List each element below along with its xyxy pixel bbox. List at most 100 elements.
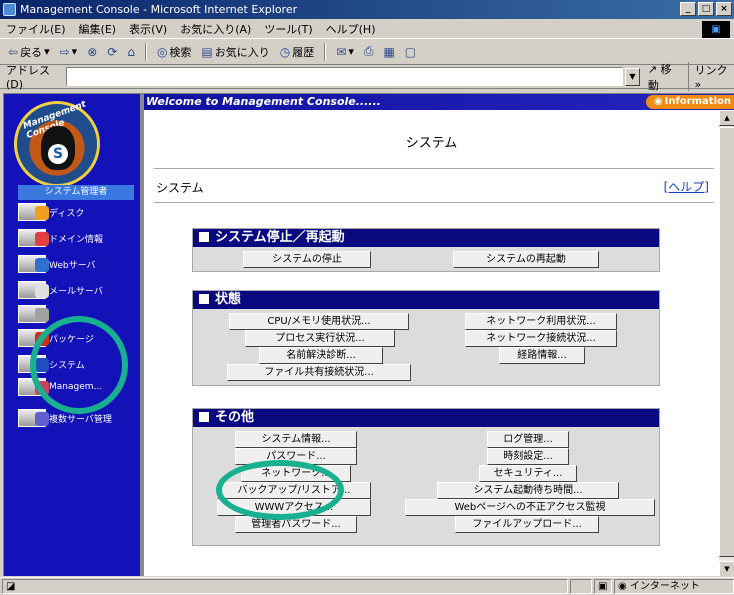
sidebar-item-label: 複数サーバ管理 (49, 414, 112, 425)
admin-password-button[interactable]: 管理者パスワード... (235, 516, 357, 533)
home-icon: ⌂ (127, 44, 135, 59)
favorites-button[interactable]: ▤ お気に入り (201, 44, 269, 60)
file-upload-button[interactable]: ファイルアップロード... (455, 516, 599, 533)
welcome-banner: Welcome to Management Console...... Info… (144, 94, 734, 110)
home-button[interactable]: ⌂ (127, 45, 135, 59)
network-connection-button[interactable]: ネットワーク接続状況... (465, 330, 617, 347)
web-server-icon (18, 255, 49, 273)
browser-viewport: Management Console S システム管理者 ディスク ドメイン情報… (3, 93, 734, 576)
unknown-icon (18, 305, 49, 323)
sidebar-item-management[interactable]: Managem... (18, 377, 102, 397)
sidebar-item-label: Managem... (49, 382, 103, 392)
refresh-button[interactable]: ⟳ (107, 45, 117, 59)
sidebar-item-multi-server[interactable]: 複数サーバ管理 (18, 408, 112, 428)
file-share-status-button[interactable]: ファイル共有接続状況... (227, 364, 411, 381)
mail-server-icon (18, 281, 49, 299)
discuss-button[interactable]: ▢ (405, 45, 416, 59)
system-stop-button[interactable]: システムの停止 (243, 251, 371, 268)
password-button[interactable]: パスワード... (235, 448, 357, 465)
welcome-text: Welcome to Management Console...... (146, 95, 381, 108)
menu-help[interactable]: ヘルプ(H) (326, 21, 376, 37)
sidebar-item-web-server[interactable]: Webサーバ (18, 254, 96, 274)
sidebar-item-disk[interactable]: ディスク (18, 202, 84, 222)
address-input[interactable] (65, 67, 624, 86)
minimize-button[interactable]: _ (680, 2, 696, 16)
section-title: システム停止／再起動 (193, 229, 659, 247)
links-button[interactable]: リンク » (687, 62, 734, 91)
admin-label: システム管理者 (18, 185, 134, 200)
help-link[interactable]: [ヘルプ] (664, 178, 709, 195)
section-status: 状態 CPU/メモリ使用状況... ネットワーク利用状況... プロセス実行状況… (192, 290, 660, 386)
section-title: その他 (193, 409, 659, 427)
status-message: ◪ (2, 579, 568, 594)
system-info-button[interactable]: システム情報... (235, 431, 357, 448)
status-bar: ◪ ▣ ◉ インターネット (0, 577, 734, 595)
history-button[interactable]: ◷ 履歴 (280, 44, 314, 60)
system-icon (18, 355, 49, 373)
mail-button[interactable]: ✉ ▾ (336, 45, 354, 59)
sidebar-item-package[interactable]: パッケージ (18, 328, 94, 348)
print-button[interactable]: ⎙ (364, 44, 374, 59)
scroll-up-icon[interactable]: ▲ (719, 110, 734, 126)
search-button[interactable]: ◎ 検索 (157, 44, 191, 60)
network-usage-button[interactable]: ネットワーク利用状況... (465, 313, 617, 330)
sidebar-item-mail-server[interactable]: メールサーバ (18, 280, 103, 300)
sidebar-item-label: メールサーバ (49, 286, 103, 297)
window-titlebar: Management Console - Microsoft Internet … (0, 0, 734, 19)
management-icon (18, 378, 49, 396)
discuss-icon: ▢ (404, 44, 417, 59)
menu-edit[interactable]: 編集(E) (79, 21, 117, 37)
edit-button[interactable]: ▦ (383, 45, 394, 59)
scroll-thumb[interactable] (719, 127, 734, 557)
mail-icon: ✉ (336, 44, 347, 59)
route-info-button[interactable]: 経路情報... (499, 347, 585, 364)
main-scrollbar[interactable]: ▲ ▼ (719, 110, 734, 576)
back-button[interactable]: ⇦ 戻る ▾ (8, 44, 50, 60)
close-button[interactable]: × (716, 2, 732, 16)
divider (154, 168, 714, 169)
multi-server-icon (18, 409, 49, 427)
go-arrow-icon: ↗ (647, 62, 658, 76)
cpu-memory-button[interactable]: CPU/メモリ使用状況... (229, 313, 409, 330)
section-shutdown-restart: システム停止／再起動 システムの停止 システムの再起動 (192, 228, 660, 272)
refresh-icon: ⟳ (107, 44, 118, 59)
forward-button[interactable]: ⇨ ▾ (60, 45, 78, 59)
address-bar: アドレス(D) ▼ ↗ 移動 リンク » (0, 62, 734, 92)
process-status-button[interactable]: プロセス実行状況... (245, 330, 395, 347)
dropdown-icon: ▾ (348, 45, 354, 58)
sidebar: Management Console S システム管理者 ディスク ドメイン情報… (4, 94, 140, 576)
time-settings-button[interactable]: 時刻設定... (487, 448, 569, 465)
sidebar-item-domain[interactable]: ドメイン情報 (18, 228, 103, 248)
sidebar-item-label: ドメイン情報 (49, 234, 104, 245)
maximize-button[interactable]: □ (698, 2, 714, 16)
backup-restore-button[interactable]: バックアップ/リストア... (217, 482, 371, 499)
edit-icon: ▦ (383, 44, 395, 59)
window-title: Management Console - Microsoft Internet … (20, 3, 298, 16)
main-content: Welcome to Management Console...... Info… (144, 94, 734, 576)
stop-button[interactable]: ⊗ (87, 45, 97, 59)
sidebar-item-label: Webサーバ (49, 260, 96, 271)
menu-favorites[interactable]: お気に入り(A) (180, 21, 251, 37)
scroll-down-icon[interactable]: ▼ (719, 561, 734, 576)
favorites-icon: ▤ (201, 44, 213, 59)
menu-tools[interactable]: ツール(T) (264, 21, 312, 37)
name-resolution-button[interactable]: 名前解決診断... (259, 347, 383, 364)
www-access-button[interactable]: WWWアクセス... (217, 499, 371, 516)
security-button[interactable]: セキュリティ... (479, 465, 577, 482)
startup-wait-time-button[interactable]: システム起動待ち時間... (437, 482, 619, 499)
page-icon: ◪ (6, 581, 16, 592)
go-button[interactable]: ↗ 移動 (648, 61, 680, 93)
address-dropdown-icon[interactable]: ▼ (625, 67, 640, 86)
information-tab[interactable]: Information (645, 95, 734, 109)
system-restart-button[interactable]: システムの再起動 (453, 251, 599, 268)
menu-view[interactable]: 表示(V) (129, 21, 167, 37)
sidebar-item-system[interactable]: システム (18, 354, 85, 374)
sidebar-item-unknown[interactable] (18, 304, 49, 324)
network-button[interactable]: ネットワーク... (241, 465, 351, 482)
web-intrusion-monitor-button[interactable]: Webページへの不正アクセス監視 (405, 499, 655, 516)
log-management-button[interactable]: ログ管理... (487, 431, 569, 448)
management-console-logo: Management Console S (14, 100, 100, 187)
browser-toolbar: ⇦ 戻る ▾ ⇨ ▾ ⊗ ⟳ ⌂ ◎ 検索 ▤ お気に入り ◷ 履歴 ✉ ▾ ⎙ … (0, 39, 734, 65)
package-icon (18, 329, 49, 347)
menu-file[interactable]: ファイル(E) (6, 21, 66, 37)
